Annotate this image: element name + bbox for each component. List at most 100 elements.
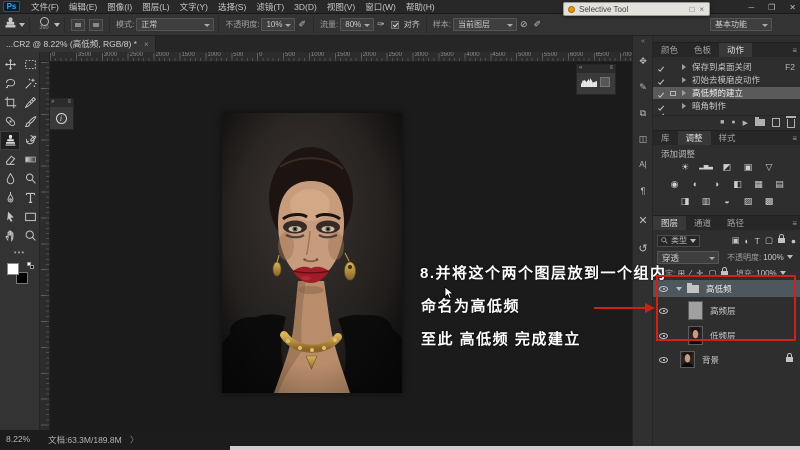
opacity-arrow-icon[interactable]	[787, 255, 793, 259]
delete-icon[interactable]	[787, 119, 795, 128]
dodge-tool[interactable]	[20, 169, 40, 188]
action-check-icon[interactable]	[658, 62, 670, 72]
tab-paths[interactable]: 路径	[719, 216, 752, 230]
channel-mixer-icon[interactable]: ▦	[751, 178, 767, 191]
layer-name[interactable]: 背景	[702, 354, 719, 366]
toolbar-more-icon[interactable]: •••	[0, 248, 39, 257]
posterize-icon[interactable]: ▥	[698, 195, 714, 208]
path-selection-tool[interactable]	[0, 207, 20, 226]
curves-icon[interactable]: ◩	[719, 161, 735, 174]
tab-styles[interactable]: 样式	[711, 131, 744, 145]
exposure-icon[interactable]: ▣	[740, 161, 756, 174]
menu-image[interactable]: 图像(I)	[107, 1, 132, 13]
action-row[interactable]: 暗角制作	[653, 100, 800, 112]
selective-tool-restore-button[interactable]: □	[689, 5, 694, 14]
expand-arrow-icon[interactable]	[682, 101, 692, 111]
tab-actions[interactable]: 动作	[719, 43, 752, 57]
action-row[interactable]: 初始去模磨皮动作	[653, 74, 800, 86]
histogram-mini-panel[interactable]: «≡	[576, 64, 616, 95]
modal-dialog-icon[interactable]	[670, 88, 682, 98]
collapse-arrows-icon[interactable]: »	[51, 99, 54, 107]
history-brush-tool[interactable]	[20, 131, 40, 150]
gradient-map-icon[interactable]: ▨	[740, 195, 756, 208]
pen-tool[interactable]	[0, 188, 20, 207]
panel-menu-icon[interactable]: ≡	[792, 216, 800, 230]
brush-settings-panel-icon[interactable]: ✎	[633, 82, 653, 93]
navigator-panel-icon[interactable]: ✥	[633, 56, 653, 67]
filter-adjustment-layers-icon[interactable]: ◐	[744, 236, 749, 246]
history-panel-icon[interactable]: ↺	[633, 242, 653, 255]
document-tab[interactable]: ...CR2 @ 8.22% (高低频, RGB/8) * ×	[0, 36, 156, 52]
type-tool[interactable]	[20, 188, 40, 207]
clone-stamp-tool[interactable]	[0, 131, 20, 150]
rectangle-tool[interactable]	[20, 207, 40, 226]
action-check-icon[interactable]	[658, 101, 670, 111]
brush-tool[interactable]	[20, 112, 40, 131]
hand-tool[interactable]	[0, 226, 20, 245]
action-row[interactable]: 保存到桌面关闭 F2	[653, 61, 800, 73]
brush-picker-arrow-icon[interactable]	[54, 23, 60, 27]
opacity-dropdown[interactable]: 10%	[261, 18, 295, 31]
filter-shape-layers-icon[interactable]: ▢	[765, 235, 773, 246]
ignore-adjustment-layers-icon[interactable]: ⊘	[520, 19, 528, 30]
filter-pixel-layers-icon[interactable]: ▣	[731, 235, 739, 246]
sample-dropdown[interactable]: 当前图层	[453, 18, 517, 31]
action-check-icon[interactable]	[658, 88, 670, 98]
magic-wand-tool[interactable]	[20, 74, 40, 93]
photo-document[interactable]	[222, 113, 402, 393]
layer-filter-type-dropdown[interactable]: 类型	[657, 235, 700, 247]
hue-saturation-icon[interactable]: ◉	[667, 178, 683, 191]
tab-color[interactable]: 颜色	[653, 43, 686, 57]
visibility-eye-icon[interactable]	[659, 357, 668, 363]
play-icon[interactable]: ▶	[743, 119, 748, 127]
character-panel-icon[interactable]: A|	[633, 160, 653, 169]
black-white-icon[interactable]: ◑	[709, 178, 725, 191]
invert-icon[interactable]: ◨	[677, 195, 693, 208]
status-arrow-icon[interactable]: 〉	[130, 434, 139, 446]
default-colors-icon[interactable]	[27, 262, 34, 269]
brush-preset-picker[interactable]: 390	[34, 16, 54, 34]
menu-edit[interactable]: 编辑(E)	[69, 1, 97, 13]
toggle-brush-panel-icon[interactable]	[71, 19, 85, 31]
threshold-icon[interactable]: ◒	[719, 195, 735, 208]
flow-dropdown[interactable]: 80%	[340, 18, 374, 31]
action-row-selected[interactable]: 高低频的建立	[653, 87, 800, 99]
photo-filter-icon[interactable]: ◧	[730, 178, 746, 191]
tool-preset-icon[interactable]	[4, 17, 17, 32]
paragraph-panel-icon[interactable]: ¶	[633, 186, 653, 196]
clone-source-panel-icon[interactable]: ⧉	[633, 108, 653, 119]
layer-opacity-value[interactable]: 100%	[763, 253, 783, 262]
layer-thumbnail[interactable]	[680, 351, 695, 368]
zoom-level[interactable]: 8.22%	[6, 434, 30, 444]
minimize-button[interactable]: ─	[748, 3, 754, 12]
tab-libraries[interactable]: 库	[653, 131, 678, 145]
healing-brush-tool[interactable]	[0, 112, 20, 131]
selective-color-icon[interactable]: ▩	[761, 195, 777, 208]
close-button[interactable]: ✕	[789, 3, 796, 12]
new-action-icon[interactable]	[772, 118, 780, 127]
blur-tool[interactable]	[0, 169, 20, 188]
record-icon[interactable]: ●	[731, 119, 735, 126]
selective-tool-window[interactable]: Selective Tool □ ×	[563, 2, 710, 16]
zoom-tool[interactable]	[20, 226, 40, 245]
filter-smart-object-icon[interactable]	[778, 238, 785, 243]
menu-view[interactable]: 视图(V)	[327, 1, 355, 13]
foreground-color-swatch[interactable]	[7, 263, 19, 275]
background-layer-row[interactable]: 背景	[653, 349, 800, 370]
menu-file[interactable]: 文件(F)	[31, 1, 59, 13]
workspace-dropdown[interactable]: 基本功能	[710, 18, 772, 31]
expand-arrow-icon[interactable]	[682, 88, 692, 98]
tool-presets-panel-icon[interactable]: ◫	[633, 134, 653, 145]
menu-help[interactable]: 帮助(H)	[406, 1, 435, 13]
eyedropper-tool[interactable]	[20, 93, 40, 112]
menu-layer[interactable]: 图层(L)	[142, 1, 169, 13]
restore-button[interactable]: ❐	[768, 3, 775, 12]
filter-toggle-icon[interactable]: ●	[791, 236, 796, 246]
filter-type-layers-icon[interactable]: T	[755, 236, 760, 246]
action-check-icon[interactable]	[658, 75, 670, 85]
levels-icon[interactable]: ▂▅▃	[698, 161, 714, 174]
new-set-folder-icon[interactable]	[755, 119, 765, 126]
menu-window[interactable]: 窗口(W)	[365, 1, 396, 13]
panel-menu-icon[interactable]: ≡	[67, 99, 71, 107]
airbrush-icon[interactable]: ✑	[377, 19, 385, 30]
